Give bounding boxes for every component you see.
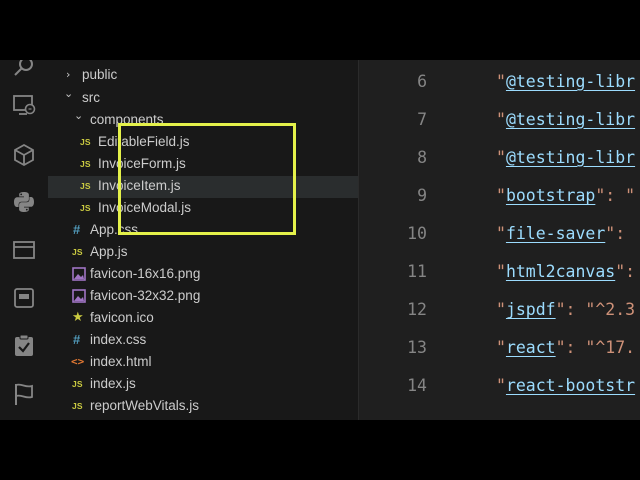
code-text: "react-bootstr	[496, 376, 636, 395]
panel-icon[interactable]	[12, 286, 36, 310]
json-key: html2canvas	[505, 262, 616, 281]
extensions-icon[interactable]	[12, 143, 36, 167]
tree-item-label: App.js	[90, 244, 128, 259]
tree-item-label: index.html	[90, 354, 152, 369]
chevron-down-icon: ⌄	[64, 87, 74, 100]
browser-icon[interactable]	[12, 238, 36, 262]
chevron-down-icon: ⌄	[74, 109, 84, 122]
json-rest: ": "^2.3	[555, 300, 636, 319]
tree-item-label: index.css	[90, 332, 147, 347]
json-key: react	[505, 338, 556, 357]
code-text: "react": "^17.	[496, 338, 636, 357]
tree-item-app-js[interactable]: JS App.js	[48, 242, 358, 264]
code-line: 14 "react-bootstr	[359, 368, 640, 406]
javascript-file-icon: JS	[80, 159, 91, 169]
javascript-file-icon: JS	[72, 401, 83, 411]
json-rest: ":	[605, 224, 626, 243]
line-number: 14	[407, 376, 427, 395]
flag-icon[interactable]	[12, 382, 36, 406]
css-file-icon: #	[73, 332, 81, 347]
json-rest: ":	[615, 262, 636, 281]
favicon-star-icon: ★	[72, 310, 84, 325]
line-number: 12	[407, 300, 427, 319]
code-text: "html2canvas":	[496, 262, 636, 281]
tree-item-label: favicon-16x16.png	[90, 266, 201, 281]
code-line: 9 "bootstrap": "	[359, 178, 640, 216]
remote-explorer-icon[interactable]	[12, 93, 36, 117]
code-text: "file-saver":	[496, 224, 626, 243]
highlight-box	[118, 123, 296, 235]
javascript-file-icon: JS	[72, 379, 83, 389]
code-line: 8 "@testing-libr	[359, 140, 640, 178]
json-key: jspdf	[505, 300, 556, 319]
tree-item-label: favicon.ico	[90, 310, 154, 325]
line-number: 11	[407, 262, 427, 281]
tree-item-label: public	[82, 67, 118, 82]
html-file-icon: <>	[71, 355, 85, 368]
code-text: "@testing-libr	[496, 72, 636, 91]
code-text: "jspdf": "^2.3	[496, 300, 636, 319]
css-file-icon: #	[73, 222, 81, 237]
json-key: file-saver	[505, 224, 606, 243]
tree-item-label: src	[82, 90, 100, 105]
tree-item-favicon-16[interactable]: favicon-16x16.png	[48, 264, 358, 286]
javascript-file-icon: JS	[80, 137, 91, 147]
code-line: 6 "@testing-libr	[359, 64, 640, 102]
line-number: 13	[407, 338, 427, 357]
testing-icon[interactable]	[12, 334, 36, 358]
javascript-file-icon: JS	[72, 247, 83, 257]
tree-item-reportwebvitals[interactable]: JS reportWebVitals.js	[48, 396, 358, 418]
json-key: @testing-libr	[505, 110, 636, 129]
tree-item-index-css[interactable]: # index.css	[48, 330, 358, 352]
tree-item-public[interactable]: › public	[48, 65, 358, 87]
line-number: 9	[417, 186, 427, 205]
tree-item-label: reportWebVitals.js	[90, 398, 200, 413]
code-line: 7 "@testing-libr	[359, 102, 640, 140]
json-rest: ": "^17.	[555, 338, 636, 357]
json-key: @testing-libr	[505, 72, 636, 91]
line-number: 10	[407, 224, 427, 243]
line-number: 6	[417, 72, 427, 91]
code-line: 13 "react": "^17.	[359, 330, 640, 368]
image-file-icon	[72, 267, 86, 281]
line-number: 7	[417, 110, 427, 129]
code-text: "bootstrap": "	[496, 186, 636, 205]
tree-item-favicon-32[interactable]: favicon-32x32.png	[48, 286, 358, 308]
code-editor[interactable]: 6 "@testing-libr 7 "@testing-libr 8 "@te…	[359, 60, 640, 420]
tree-item-favicon-ico[interactable]: ★ favicon.ico	[48, 308, 358, 330]
code-text: "@testing-libr	[496, 148, 636, 167]
tree-item-index-html[interactable]: <> index.html	[48, 352, 358, 374]
tree-item-label: index.js	[90, 376, 136, 391]
line-number: 8	[417, 148, 427, 167]
javascript-file-icon: JS	[80, 203, 91, 213]
json-key: bootstrap	[505, 186, 596, 205]
image-file-icon	[72, 289, 86, 303]
json-key: @testing-libr	[505, 148, 636, 167]
file-explorer: › public ⌄ src ⌄ components JS EditableF…	[48, 60, 358, 420]
code-text: "@testing-libr	[496, 110, 636, 129]
tree-item-label: favicon-32x32.png	[90, 288, 201, 303]
tree-item-src[interactable]: ⌄ src	[48, 87, 358, 110]
json-key: react-bootstr	[505, 376, 636, 395]
code-line: 11 "html2canvas":	[359, 254, 640, 292]
activity-bar	[0, 60, 48, 420]
tree-item-index-js[interactable]: JS index.js	[48, 374, 358, 396]
json-rest: ": "	[595, 186, 636, 205]
chevron-right-icon: ›	[66, 68, 71, 81]
python-icon[interactable]	[12, 190, 36, 214]
search-icon[interactable]	[12, 60, 36, 78]
javascript-file-icon: JS	[80, 181, 91, 191]
vscode-window: › public ⌄ src ⌄ components JS EditableF…	[0, 60, 640, 420]
code-line: 12 "jspdf": "^2.3	[359, 292, 640, 330]
code-line: 10 "file-saver":	[359, 216, 640, 254]
